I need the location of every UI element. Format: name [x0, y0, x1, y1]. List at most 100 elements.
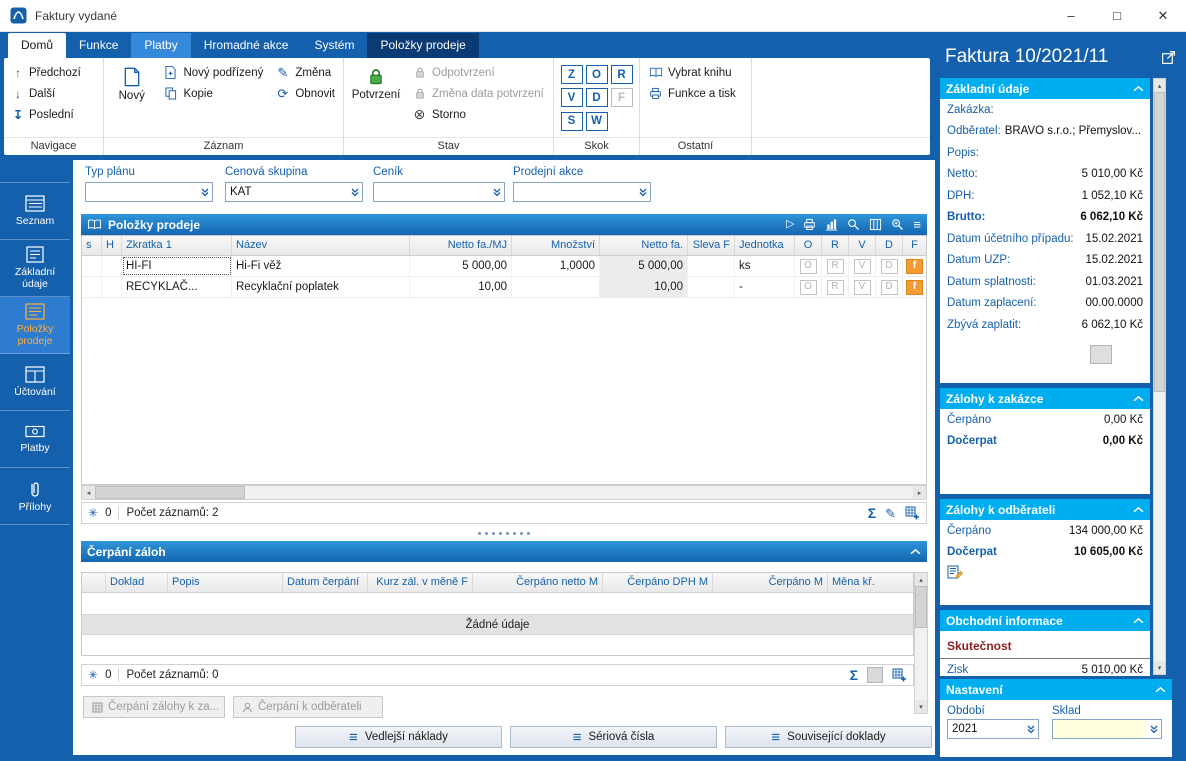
sidebar-item-platby[interactable]: Platby [0, 411, 70, 468]
refresh-button[interactable]: ⟳ Obnovit [273, 84, 337, 103]
table-row[interactable]: HI-FI Hi-Fi věž 5 000,00 1,0000 5 000,00… [82, 256, 926, 277]
dropdown-icon[interactable] [197, 183, 212, 201]
column-header[interactable]: Čerpáno DPH M [603, 573, 713, 592]
columns-icon[interactable] [869, 218, 882, 231]
scroll-left-icon[interactable]: ◂ [82, 486, 95, 499]
scroll-down-icon[interactable]: ▾ [1154, 661, 1165, 674]
dropdown-icon[interactable] [1146, 720, 1161, 738]
cenova-skupina-combo[interactable]: KAT [225, 182, 363, 202]
column-header[interactable]: Doklad [106, 573, 168, 592]
confirm-button[interactable]: Potvrzení [350, 63, 402, 132]
close-button[interactable]: ✕ [1140, 0, 1186, 31]
column-header[interactable]: Měna kř. [828, 573, 913, 592]
section-header-zalohy-zakazce[interactable]: Zálohy k zakázce [940, 388, 1150, 409]
chevron-up-icon[interactable] [910, 548, 921, 555]
prodejni-akce-combo[interactable] [513, 182, 651, 202]
maximize-button[interactable]: □ [1094, 0, 1140, 31]
dropdown-icon[interactable] [347, 183, 362, 201]
jump-r-button[interactable]: R [610, 65, 633, 84]
jump-s-button[interactable]: S [560, 111, 583, 131]
horizontal-scrollbar[interactable]: ◂ ▸ [81, 485, 927, 500]
functions-print-button[interactable]: Funkce a tisk [646, 84, 738, 103]
obdobi-combo[interactable]: 2021 [947, 719, 1039, 739]
copy-button[interactable]: Kopie [161, 84, 265, 103]
column-header[interactable]: Netto fa. [600, 236, 688, 255]
vertical-scrollbar[interactable]: ▴ ▾ [914, 572, 928, 714]
storno-button[interactable]: ⊗ Storno [410, 105, 546, 124]
sidebar-item-zakladni-udaje[interactable]: Základní údaje [0, 240, 70, 297]
new-child-button[interactable]: Nový podřízený [161, 63, 265, 82]
minimize-button[interactable]: – [1048, 0, 1094, 31]
splitter-handle[interactable] [81, 528, 927, 538]
column-header[interactable]: H [102, 236, 122, 255]
edit-icon[interactable]: ✎ [885, 507, 896, 520]
tab-domu[interactable]: Domů [8, 33, 67, 58]
column-header[interactable]: s [82, 236, 102, 255]
column-header[interactable]: Sleva F [688, 236, 735, 255]
section-header-zalohy-odberateli[interactable]: Zálohy k odběrateli [940, 499, 1150, 520]
column-header[interactable]: Datum čerpání [283, 573, 368, 592]
zoom-icon[interactable] [891, 218, 904, 231]
open-external-icon[interactable] [1161, 50, 1176, 65]
column-header[interactable]: Netto fa./MJ [410, 236, 512, 255]
section-header-zakladni-udaje[interactable]: Základní údaje [940, 78, 1150, 99]
column-header[interactable]: Popis [168, 573, 283, 592]
section-header-nastaveni[interactable]: Nastavení [940, 679, 1172, 700]
souvisejici-doklady-button[interactable]: ≡ Související doklady [725, 726, 932, 748]
vedlejsi-naklady-button[interactable]: ≡ Vedlejší náklady [295, 726, 502, 748]
table-row[interactable]: RECYKLAČ... Recyklační poplatek 10,00 10… [82, 277, 926, 298]
sidebar-item-polozky-prodeje[interactable]: Položky prodeje [0, 297, 70, 354]
scrollbar-thumb[interactable] [915, 586, 927, 628]
column-header[interactable]: Zkratka 1 [122, 236, 232, 255]
print-icon[interactable] [803, 218, 816, 231]
scroll-right-icon[interactable]: ▸ [913, 486, 926, 499]
column-header[interactable]: Název [232, 236, 410, 255]
sklad-combo[interactable] [1052, 719, 1162, 739]
cenik-combo[interactable] [373, 182, 505, 202]
sidebar-item-prilohy[interactable]: Přílohy [0, 468, 70, 525]
select-book-button[interactable]: Vybrat knihu [646, 63, 738, 82]
scroll-down-icon[interactable]: ▾ [915, 700, 927, 713]
column-header[interactable]: O [795, 236, 822, 255]
scrollbar-thumb[interactable] [95, 486, 245, 499]
scroll-up-icon[interactable]: ▴ [1154, 79, 1165, 92]
previous-button[interactable]: ↑ Předchozí [10, 63, 83, 83]
column-header[interactable]: Čerpáno netto M [473, 573, 603, 592]
next-button[interactable]: ↓ Další [10, 84, 83, 104]
column-header[interactable]: Kurz zál. v měně F [368, 573, 473, 592]
last-button[interactable]: ↧ Poslední [10, 105, 83, 125]
sum-icon[interactable]: Σ [868, 506, 876, 520]
dropdown-icon[interactable] [635, 183, 650, 201]
sidebar-item-uctovani[interactable]: Účtování [0, 354, 70, 411]
jump-w-button[interactable]: W [585, 111, 608, 131]
jump-o-button[interactable]: O [585, 65, 608, 84]
tab-polozky-prodeje[interactable]: Položky prodeje [367, 33, 479, 58]
column-header[interactable]: Jednotka [735, 236, 795, 255]
chart-icon[interactable] [825, 218, 838, 231]
column-header[interactable]: D [876, 236, 903, 255]
jump-z-button[interactable]: Z [560, 65, 583, 84]
section-header-obchodni-informace[interactable]: Obchodní informace [940, 610, 1150, 631]
sidebar-item-seznam[interactable]: Seznam [0, 183, 70, 240]
tab-hromadne-akce[interactable]: Hromadné akce [191, 33, 302, 58]
tab-platby[interactable]: Platby [131, 33, 191, 58]
column-header[interactable]: Množství [512, 236, 600, 255]
scroll-up-icon[interactable]: ▴ [915, 573, 927, 586]
detail-scrollbar[interactable]: ▴ ▾ [1153, 78, 1166, 675]
sum-icon[interactable]: Σ [850, 668, 858, 682]
change-button[interactable]: ✎ Změna [273, 63, 337, 82]
column-header[interactable]: F [903, 236, 926, 255]
play-icon[interactable]: ▷ [786, 219, 794, 230]
seriova-cisla-button[interactable]: ≡ Sériová čísla [510, 726, 717, 748]
search-icon[interactable] [847, 218, 860, 231]
tab-funkce[interactable]: Funkce [66, 33, 131, 58]
scrollbar-thumb[interactable] [1154, 92, 1165, 392]
tab-system[interactable]: Systém [301, 33, 367, 58]
column-header[interactable]: V [849, 236, 876, 255]
menu-icon[interactable]: ≡ [913, 218, 921, 231]
column-header[interactable]: R [822, 236, 849, 255]
jump-v-button[interactable]: V [560, 88, 583, 108]
dropdown-icon[interactable] [1023, 720, 1038, 738]
typ-planu-combo[interactable] [85, 182, 213, 202]
note-edit-icon[interactable] [947, 565, 964, 580]
